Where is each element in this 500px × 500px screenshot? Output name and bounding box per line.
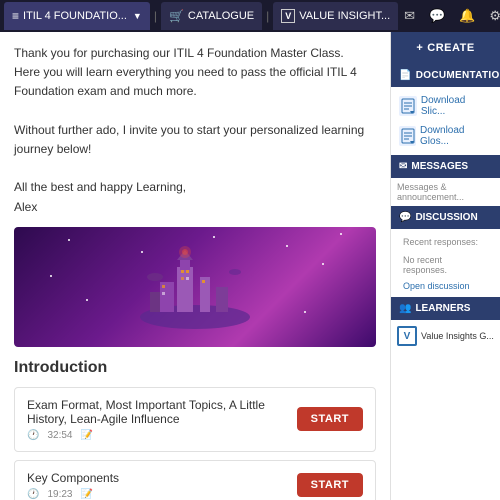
course-item-2: Key Components 🕐 19:23 📝 START [14,460,376,500]
email-icon[interactable]: ✉ [400,6,419,26]
star [322,263,324,265]
welcome-text: Thank you for purchasing our ITIL 4 Foun… [14,44,376,217]
bell-icon[interactable]: 🔔 [455,6,479,26]
messages-header[interactable]: ✉ MESSAGES [391,155,500,178]
welcome-line3: Without further ado, I invite you to sta… [14,121,376,159]
chat-icon[interactable]: 💬 [425,6,449,26]
create-button[interactable]: + CREATE [391,32,500,64]
nav-icon-group: ✉ 💬 🔔 ⚙ [400,6,500,26]
learners-header[interactable]: 👥 LEARNERS [391,297,500,320]
download-slides-link[interactable]: Download Slic... [395,91,496,121]
star [340,233,342,235]
course-item-1-title: Exam Format, Most Important Topics, A Li… [27,398,297,426]
itil-tab-label: ITIL 4 FOUNDATIO... [23,10,127,22]
course-item-1-duration: 32:54 [47,430,72,441]
nav-divider-1: | [152,9,159,23]
value-icon: V [281,9,295,23]
nav-divider-2: | [264,9,271,23]
clock-icon-2: 🕐 [27,489,39,500]
catalogue-tab-label: CATALOGUE [188,10,254,22]
course-item-1: Exam Format, Most Important Topics, A Li… [14,387,376,452]
top-navigation: ≡ ITIL 4 FOUNDATIO... ▼ | 🛒 CATALOGUE | … [0,0,500,32]
messages-content: Messages & announcement... [391,178,500,206]
course-item-1-meta: 🕐 32:54 📝 [27,430,297,441]
note-icon-1: 📝 [80,430,92,441]
welcome-line4: All the best and happy Learning, [14,178,376,197]
v-logo: V [397,326,417,346]
learners-section: 👥 LEARNERS [391,297,500,320]
course-item-2-title: Key Components [27,471,297,485]
course-item-2-info: Key Components 🕐 19:23 📝 [27,471,297,500]
messages-label: MESSAGES [411,161,468,172]
introduction-title: Introduction [14,359,376,377]
star [213,236,215,238]
discussion-icon: 💬 [399,212,411,223]
itil-tab-chevron: ▼ [133,11,142,21]
doc-icon: 📄 [399,70,412,81]
discussion-content: Recent responses: No recent responses. O… [391,229,500,297]
itil-tab[interactable]: ≡ ITIL 4 FOUNDATIO... ▼ [4,2,150,30]
no-recent-text: No recent responses. [397,251,494,279]
doc-links: Download Slic... Download Glos... [391,87,500,155]
itil-icon: ≡ [12,9,19,23]
discussion-label: DISCUSSION [415,212,477,223]
star [50,275,52,277]
documentation-section: 📄 DOCUMENTATION Download Slic... [391,64,500,155]
plus-icon: + [416,42,423,54]
gloss-icon [399,126,416,146]
star [86,299,88,301]
value-tab-label: VALUE INSIGHT... [299,10,390,22]
learners-icon: 👥 [399,303,411,314]
course-item-1-info: Exam Format, Most Important Topics, A Li… [27,398,297,441]
welcome-line1: Thank you for purchasing our ITIL 4 Foun… [14,44,376,63]
star [68,239,70,241]
star [286,245,288,247]
start-button-2[interactable]: START [297,473,363,497]
create-label: CREATE [427,42,474,54]
download-gloss-label: Download Glos... [420,125,492,147]
catalogue-icon: 🛒 [169,9,184,23]
left-content-area: Thank you for purchasing our ITIL 4 Foun… [0,32,390,500]
documentation-header[interactable]: 📄 DOCUMENTATION [391,64,500,87]
welcome-line2: Here you will learn everything you need … [14,63,376,101]
star [304,311,306,313]
stars-background [14,227,376,347]
messages-section: ✉ MESSAGES Messages & announcement... [391,155,500,206]
open-discussion-link[interactable]: Open discussion [397,279,494,293]
course-item-2-meta: 🕐 19:23 📝 [27,489,297,500]
course-item-2-duration: 19:23 [47,489,72,500]
recent-responses-label: Recent responses: [397,233,494,251]
star [141,251,143,253]
messages-icon: ✉ [399,161,407,172]
value-insight-tab[interactable]: V VALUE INSIGHT... [273,2,398,30]
bottom-logo: V Value Insights G... [391,320,500,352]
catalogue-tab[interactable]: 🛒 CATALOGUE [161,2,262,30]
welcome-line5: Alex [14,198,376,217]
bottom-logo-text: Value Insights G... [421,331,494,341]
download-slides-label: Download Slic... [421,95,492,117]
discussion-header[interactable]: 💬 DISCUSSION [391,206,500,229]
slides-icon [399,96,417,116]
main-layout: Thank you for purchasing our ITIL 4 Foun… [0,32,500,500]
learners-label: LEARNERS [415,303,470,314]
clock-icon-1: 🕐 [27,430,39,441]
start-button-1[interactable]: START [297,407,363,431]
course-image [14,227,376,347]
discussion-section: 💬 DISCUSSION Recent responses: No recent… [391,206,500,297]
note-icon-2: 📝 [80,489,92,500]
documentation-label: DOCUMENTATION [416,70,500,81]
settings-icon[interactable]: ⚙ [485,6,500,26]
right-sidebar: + CREATE 📄 DOCUMENTATION [390,32,500,500]
download-gloss-link[interactable]: Download Glos... [395,121,496,151]
